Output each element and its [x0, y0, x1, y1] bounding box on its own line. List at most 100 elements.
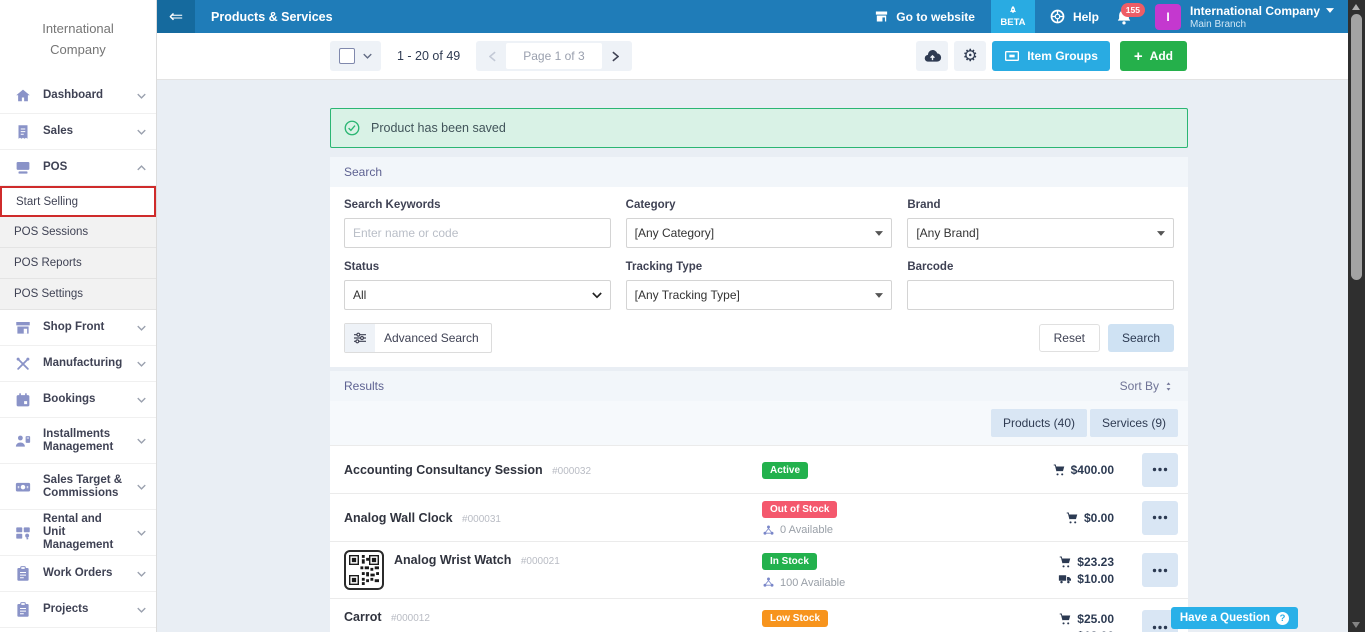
sidebar-item-clients[interactable]: Clients — [0, 628, 156, 632]
status-badge: Low Stock — [762, 610, 828, 627]
sort-by-button[interactable]: Sort By — [1120, 379, 1174, 393]
brand-value: [Any Brand] — [916, 226, 979, 240]
truck-icon — [1058, 629, 1072, 632]
availability: 0 Available — [762, 524, 992, 537]
product-name[interactable]: Analog Wrist Watch #000021 — [394, 542, 762, 569]
product-status: Low Stock — [762, 608, 992, 632]
pos-submenu: Start Selling POS Sessions POS Reports P… — [0, 186, 156, 310]
sidebar-item-projects[interactable]: Projects — [0, 592, 156, 628]
import-export-button[interactable] — [916, 41, 948, 71]
sidebar-item-rental-unit-management[interactable]: Rental and Unit Management — [0, 510, 156, 556]
product-status: Out of Stock 0 Available — [762, 499, 992, 537]
sidebar-item-label: Projects — [43, 603, 126, 616]
product-price: $0.00 — [992, 511, 1114, 525]
cloud-upload-icon — [923, 47, 942, 66]
chevron-up-icon — [137, 165, 146, 171]
content: Product has been saved Search Search Key… — [330, 80, 1188, 632]
sidebar-item-work-orders[interactable]: Work Orders — [0, 556, 156, 592]
submenu-item-pos-settings[interactable]: POS Settings — [0, 279, 156, 310]
row-actions-button[interactable] — [1142, 453, 1178, 487]
results-tabs: Products (40) Services (9) — [330, 401, 1188, 445]
status-badge: Active — [762, 462, 808, 479]
tab-services[interactable]: Services (9) — [1090, 409, 1178, 437]
scroll-up-arrow-icon[interactable] — [1352, 4, 1360, 10]
category-select[interactable]: [Any Category] — [626, 218, 893, 248]
submenu-label: POS Sessions — [14, 226, 88, 238]
submenu-label: POS Settings — [14, 288, 83, 300]
brand-field: Brand [Any Brand] — [907, 199, 1174, 248]
caret-down-icon — [1326, 8, 1334, 13]
product-name[interactable]: Accounting Consultancy Session #000032 — [344, 461, 762, 479]
chevron-down-icon — [592, 292, 602, 299]
chevron-down-icon — [137, 607, 146, 613]
rocket-icon — [1007, 5, 1019, 17]
results-panel: Results Sort By Products (40) Services (… — [330, 371, 1188, 632]
notifications-button[interactable]: 155 — [1115, 8, 1133, 26]
product-name[interactable]: Carrot #000012 — [344, 599, 762, 626]
help-link[interactable]: Help — [1049, 8, 1099, 25]
purchase-price-value: $10.00 — [1077, 572, 1114, 586]
sidebar-item-manufacturing[interactable]: Manufacturing — [0, 346, 156, 382]
select-all-dropdown[interactable] — [330, 41, 381, 71]
submenu-item-start-selling[interactable]: Start Selling — [0, 186, 156, 217]
scroll-down-arrow-icon[interactable] — [1352, 622, 1360, 628]
submenu-item-pos-sessions[interactable]: POS Sessions — [0, 217, 156, 248]
product-name[interactable]: Analog Wall Clock #000031 — [344, 509, 762, 527]
search-keywords-label: Search Keywords — [344, 199, 611, 211]
tracking-type-select[interactable]: [Any Tracking Type] — [626, 280, 893, 310]
scrollbar-thumb[interactable] — [1351, 14, 1362, 280]
row-actions-button[interactable] — [1142, 501, 1178, 535]
price-value: $23.23 — [1077, 555, 1114, 569]
account-menu[interactable]: International Company Main Branch — [1190, 4, 1334, 30]
sidebar-item-shop-front[interactable]: Shop Front — [0, 310, 156, 346]
product-code: #000032 — [552, 466, 591, 477]
units-key-icon — [14, 524, 32, 542]
product-status: Active — [762, 460, 992, 479]
plus-icon: + — [1134, 49, 1143, 64]
vertical-scrollbar[interactable] — [1348, 0, 1365, 632]
sidebar-item-bookings[interactable]: Bookings — [0, 382, 156, 418]
item-groups-button[interactable]: Item Groups — [992, 41, 1110, 71]
go-to-website-link[interactable]: Go to website — [874, 9, 975, 24]
settings-button[interactable]: ⚙ — [954, 41, 986, 71]
reset-button[interactable]: Reset — [1039, 324, 1100, 352]
tab-products[interactable]: Products (40) — [991, 409, 1087, 437]
have-a-question-button[interactable]: Have a Question ? — [1171, 607, 1298, 629]
collapse-sidebar-button[interactable]: ⇐ — [157, 0, 195, 33]
next-page-button[interactable] — [602, 43, 630, 69]
barcode-label: Barcode — [907, 261, 1174, 273]
sidebar-item-label: Rental and Unit Management — [43, 513, 126, 552]
sidebar-item-sales-target-commissions[interactable]: Sales Target & Commissions — [0, 464, 156, 510]
dropdown-arrow-icon — [875, 231, 883, 236]
tracking-type-label: Tracking Type — [626, 261, 893, 273]
product-image[interactable] — [344, 550, 384, 590]
sidebar-item-pos[interactable]: POS — [0, 150, 156, 186]
dropdown-arrow-icon — [1157, 231, 1165, 236]
avatar[interactable]: I — [1155, 4, 1181, 30]
category-label: Category — [626, 199, 893, 211]
product-price: $400.00 — [992, 463, 1114, 477]
select-all-checkbox[interactable] — [339, 48, 355, 64]
sidebar-item-sales[interactable]: Sales — [0, 114, 156, 150]
beta-badge[interactable]: BETA — [991, 0, 1035, 33]
barcode-input[interactable] — [907, 280, 1174, 310]
search-button[interactable]: Search — [1108, 324, 1174, 352]
sort-by-label: Sort By — [1120, 379, 1159, 393]
brand-select[interactable]: [Any Brand] — [907, 218, 1174, 248]
prev-page-button[interactable] — [478, 43, 506, 69]
add-button[interactable]: + Add — [1120, 41, 1187, 71]
sidebar-item-dashboard[interactable]: Dashboard — [0, 78, 156, 114]
company-name: International Company — [1190, 4, 1320, 18]
advanced-search-button[interactable]: Advanced Search — [344, 323, 492, 353]
product-price: $25.00 $18.00 — [992, 612, 1114, 632]
submenu-label: POS Reports — [14, 257, 82, 269]
status-select[interactable]: All — [344, 280, 611, 310]
advanced-search-label: Advanced Search — [384, 331, 479, 345]
cart-icon — [1058, 555, 1072, 569]
chevron-down-icon — [137, 397, 146, 403]
search-keywords-input[interactable] — [344, 218, 611, 248]
submenu-item-pos-reports[interactable]: POS Reports — [0, 248, 156, 279]
sidebar-item-installments-management[interactable]: Installments Management — [0, 418, 156, 464]
row-actions-button[interactable] — [1142, 553, 1178, 587]
category-value: [Any Category] — [635, 226, 714, 240]
